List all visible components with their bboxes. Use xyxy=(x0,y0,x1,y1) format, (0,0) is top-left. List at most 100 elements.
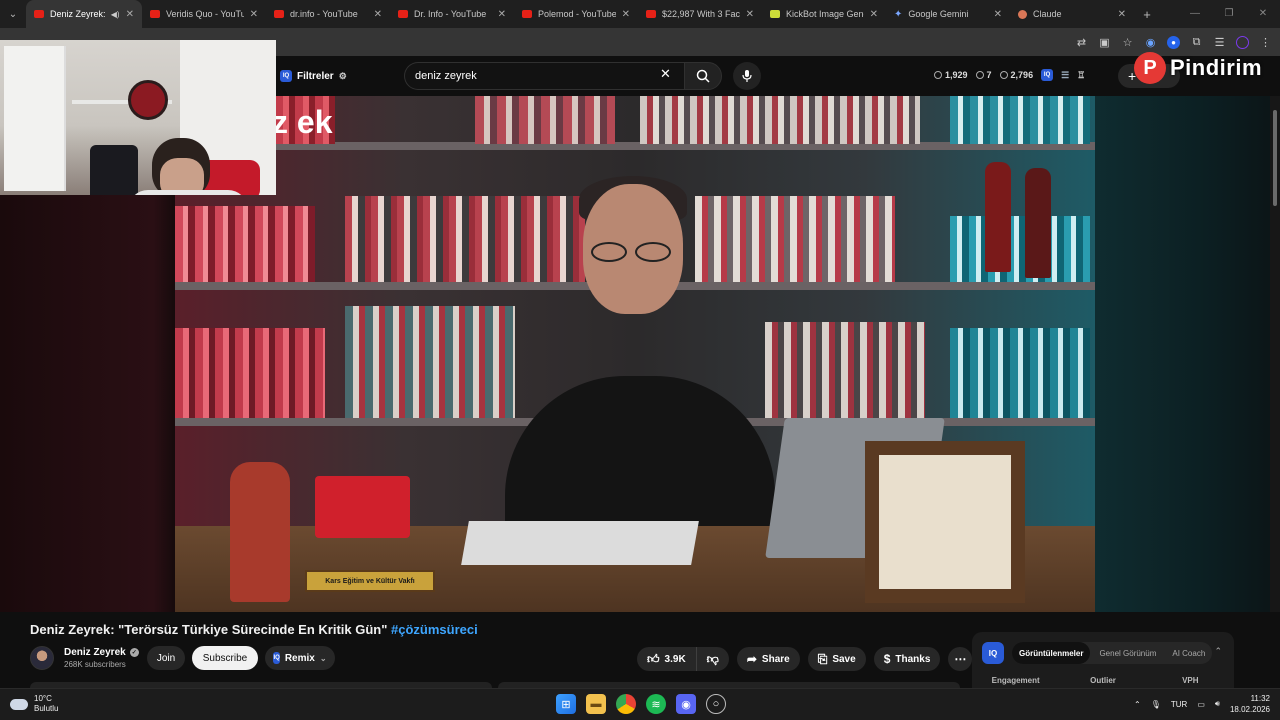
iq-analytics-panel: IQ Görüntülenmeler Genel Görünüm AI Coac… xyxy=(972,632,1234,692)
presenter-glasses xyxy=(591,242,675,262)
extension-sound-icon[interactable]: ◉ xyxy=(1144,36,1157,49)
clock-time: 11:32 xyxy=(1250,694,1270,703)
youtube-icon xyxy=(274,10,284,18)
close-tab-icon[interactable]: ✕ xyxy=(870,9,878,20)
hashtag-link[interactable]: #çözümsüreci xyxy=(391,622,478,637)
voice-search-button[interactable] xyxy=(733,62,761,90)
spotify-icon[interactable]: ≋ xyxy=(646,694,666,714)
search-input[interactable]: deniz zeyrek xyxy=(404,62,684,90)
framed-portrait xyxy=(865,441,1025,603)
scrollbar-thumb[interactable] xyxy=(1273,110,1277,206)
rocket-icon[interactable]: ♖ xyxy=(1077,70,1085,81)
system-clock[interactable]: 11:32 18.02.2026 xyxy=(1230,693,1270,715)
stat-total-value: 2,796 xyxy=(1010,70,1034,80)
tab-claude[interactable]: Claude ✕ xyxy=(1010,0,1134,28)
windows-start-icon[interactable]: ⊞ xyxy=(556,694,576,714)
clear-search-icon[interactable]: ✕ xyxy=(660,66,671,82)
iq-tab-views[interactable]: Görüntülenmeler xyxy=(1012,642,1091,664)
weather-widget[interactable]: 10°C Bulutlu xyxy=(10,694,58,714)
browser-tab-strip: ⌄ Deniz Zeyrek: "Te ◀) ✕ Veridis Quo - Y… xyxy=(0,0,1280,28)
tab-gemini[interactable]: ✦ Google Gemini ✕ xyxy=(886,0,1010,28)
new-tab-button[interactable]: + xyxy=(1134,7,1160,22)
more-actions-button[interactable]: ⋯ xyxy=(948,647,973,671)
pindirim-logo-icon: P xyxy=(1134,52,1166,84)
like-button[interactable]: 👍︎ 3.9K xyxy=(637,647,696,671)
tab-title: $22,987 With 3 Faceless xyxy=(662,9,740,19)
minimize-icon[interactable]: — xyxy=(1178,0,1212,28)
menu-dots-icon[interactable]: ⋮ xyxy=(1259,36,1272,49)
tab-title: Google Gemini xyxy=(908,9,969,19)
remix-button[interactable]: IQ Remix ⌄ xyxy=(265,646,335,670)
volume-icon[interactable]: 🔊︎ xyxy=(1215,699,1220,709)
video-frame[interactable]: z ek Kars Eğitim ve Kültür Vakfı xyxy=(175,96,1095,612)
extensions-puzzle-icon[interactable]: ⧉ xyxy=(1190,36,1203,49)
input-language[interactable]: TUR xyxy=(1171,700,1187,709)
glasses-lens xyxy=(591,242,627,262)
close-tab-icon[interactable]: ✕ xyxy=(994,9,1002,20)
youtube-icon xyxy=(398,10,408,18)
tab-title: KickBot Image Generator xyxy=(786,9,864,19)
chrome-icon[interactable] xyxy=(616,694,636,714)
list-icon[interactable]: ☰ xyxy=(1061,70,1069,81)
app-circle-icon[interactable]: ○ xyxy=(706,694,726,714)
discord-icon[interactable]: ◉ xyxy=(676,694,696,714)
subscribe-button[interactable]: Subscribe xyxy=(192,646,258,670)
close-tab-icon[interactable]: ✕ xyxy=(126,9,134,20)
dislike-button[interactable]: 👎︎ xyxy=(695,647,729,671)
filters-button[interactable]: IQ Filtreler ⚙ xyxy=(280,66,347,86)
channel-name[interactable]: Deniz Zeyrek ✓ xyxy=(64,647,144,658)
channel-name-text: Deniz Zeyrek xyxy=(64,647,126,658)
network-icon[interactable]: ▭ xyxy=(1197,700,1205,709)
close-tab-icon[interactable]: ✕ xyxy=(622,9,630,20)
tab-dr-info-2[interactable]: Dr. Info - YouTube ✕ xyxy=(390,0,514,28)
close-tab-icon[interactable]: ✕ xyxy=(374,9,382,20)
close-window-icon[interactable]: ✕ xyxy=(1246,0,1280,28)
channel-avatar[interactable] xyxy=(30,646,54,670)
tab-veridis-quo[interactable]: Veridis Quo - YouTube ✕ xyxy=(142,0,266,28)
thanks-button[interactable]: $ Thanks xyxy=(873,647,941,671)
close-tab-icon[interactable]: ✕ xyxy=(498,9,506,20)
tab-faceless[interactable]: $22,987 With 3 Faceless ✕ xyxy=(638,0,762,28)
youtube-icon xyxy=(150,10,160,18)
books-row xyxy=(345,306,515,418)
tab-dr-info[interactable]: dr.info - YouTube ✕ xyxy=(266,0,390,28)
filters-label: Filtreler xyxy=(297,70,334,82)
cast-icon[interactable]: ▣ xyxy=(1098,36,1111,49)
iq-tab-overview[interactable]: Genel Görünüm xyxy=(1092,642,1163,664)
reading-list-icon[interactable]: ☰ xyxy=(1213,36,1226,49)
iq-tab-ai-coach[interactable]: AI Coach xyxy=(1165,642,1212,664)
tray-mic-icon[interactable]: 🎙︎ xyxy=(1151,700,1161,709)
join-button[interactable]: Join xyxy=(147,646,185,670)
webcam-ring-light xyxy=(128,80,168,120)
profile-avatar-icon[interactable] xyxy=(1236,35,1249,49)
page-scrollbar[interactable] xyxy=(1270,96,1280,688)
iq-extension-icon[interactable]: IQ xyxy=(1041,69,1054,81)
remix-label: Remix xyxy=(284,652,315,664)
tab-kickbot[interactable]: KickBot Image Generator ✕ xyxy=(762,0,886,28)
maximize-icon[interactable]: ❐ xyxy=(1212,0,1246,28)
search-button[interactable] xyxy=(684,62,722,90)
extension-blue-icon[interactable]: ● xyxy=(1167,35,1180,49)
close-tab-icon[interactable]: ✕ xyxy=(1118,9,1126,20)
tray-chevron-up-icon[interactable]: ⌃ xyxy=(1134,700,1141,709)
tab-search-chevron-icon[interactable]: ⌄ xyxy=(0,0,26,28)
translate-icon[interactable]: ⇄ xyxy=(1075,36,1088,49)
tab-polemod[interactable]: Polemod - YouTube ✕ xyxy=(514,0,638,28)
save-button[interactable]: ⎘ Save xyxy=(807,647,866,671)
chevron-up-icon[interactable]: ⌃ xyxy=(1214,646,1222,657)
books-row xyxy=(345,196,585,282)
stat-watching: 7 xyxy=(975,70,992,80)
close-tab-icon[interactable]: ✕ xyxy=(250,9,258,20)
youtube-icon xyxy=(522,10,532,18)
channel-logo-overlay: z ek xyxy=(272,104,333,140)
file-explorer-icon[interactable]: ▬ xyxy=(586,694,606,714)
iq-col-engagement: Engagement xyxy=(991,676,1040,685)
stat-views: 1,929 xyxy=(934,70,968,80)
bookmark-star-icon[interactable]: ☆ xyxy=(1121,36,1134,49)
subscribe-label: Subscribe xyxy=(202,652,248,664)
close-tab-icon[interactable]: ✕ xyxy=(746,9,754,20)
channel-stats: 1,929 7 2,796 IQ ☰ ♖ xyxy=(934,69,1085,81)
tab-deniz-zeyrek[interactable]: Deniz Zeyrek: "Te ◀) ✕ xyxy=(26,0,142,28)
webcam-jersey xyxy=(90,145,138,195)
share-button[interactable]: ➦ Share xyxy=(736,647,800,671)
